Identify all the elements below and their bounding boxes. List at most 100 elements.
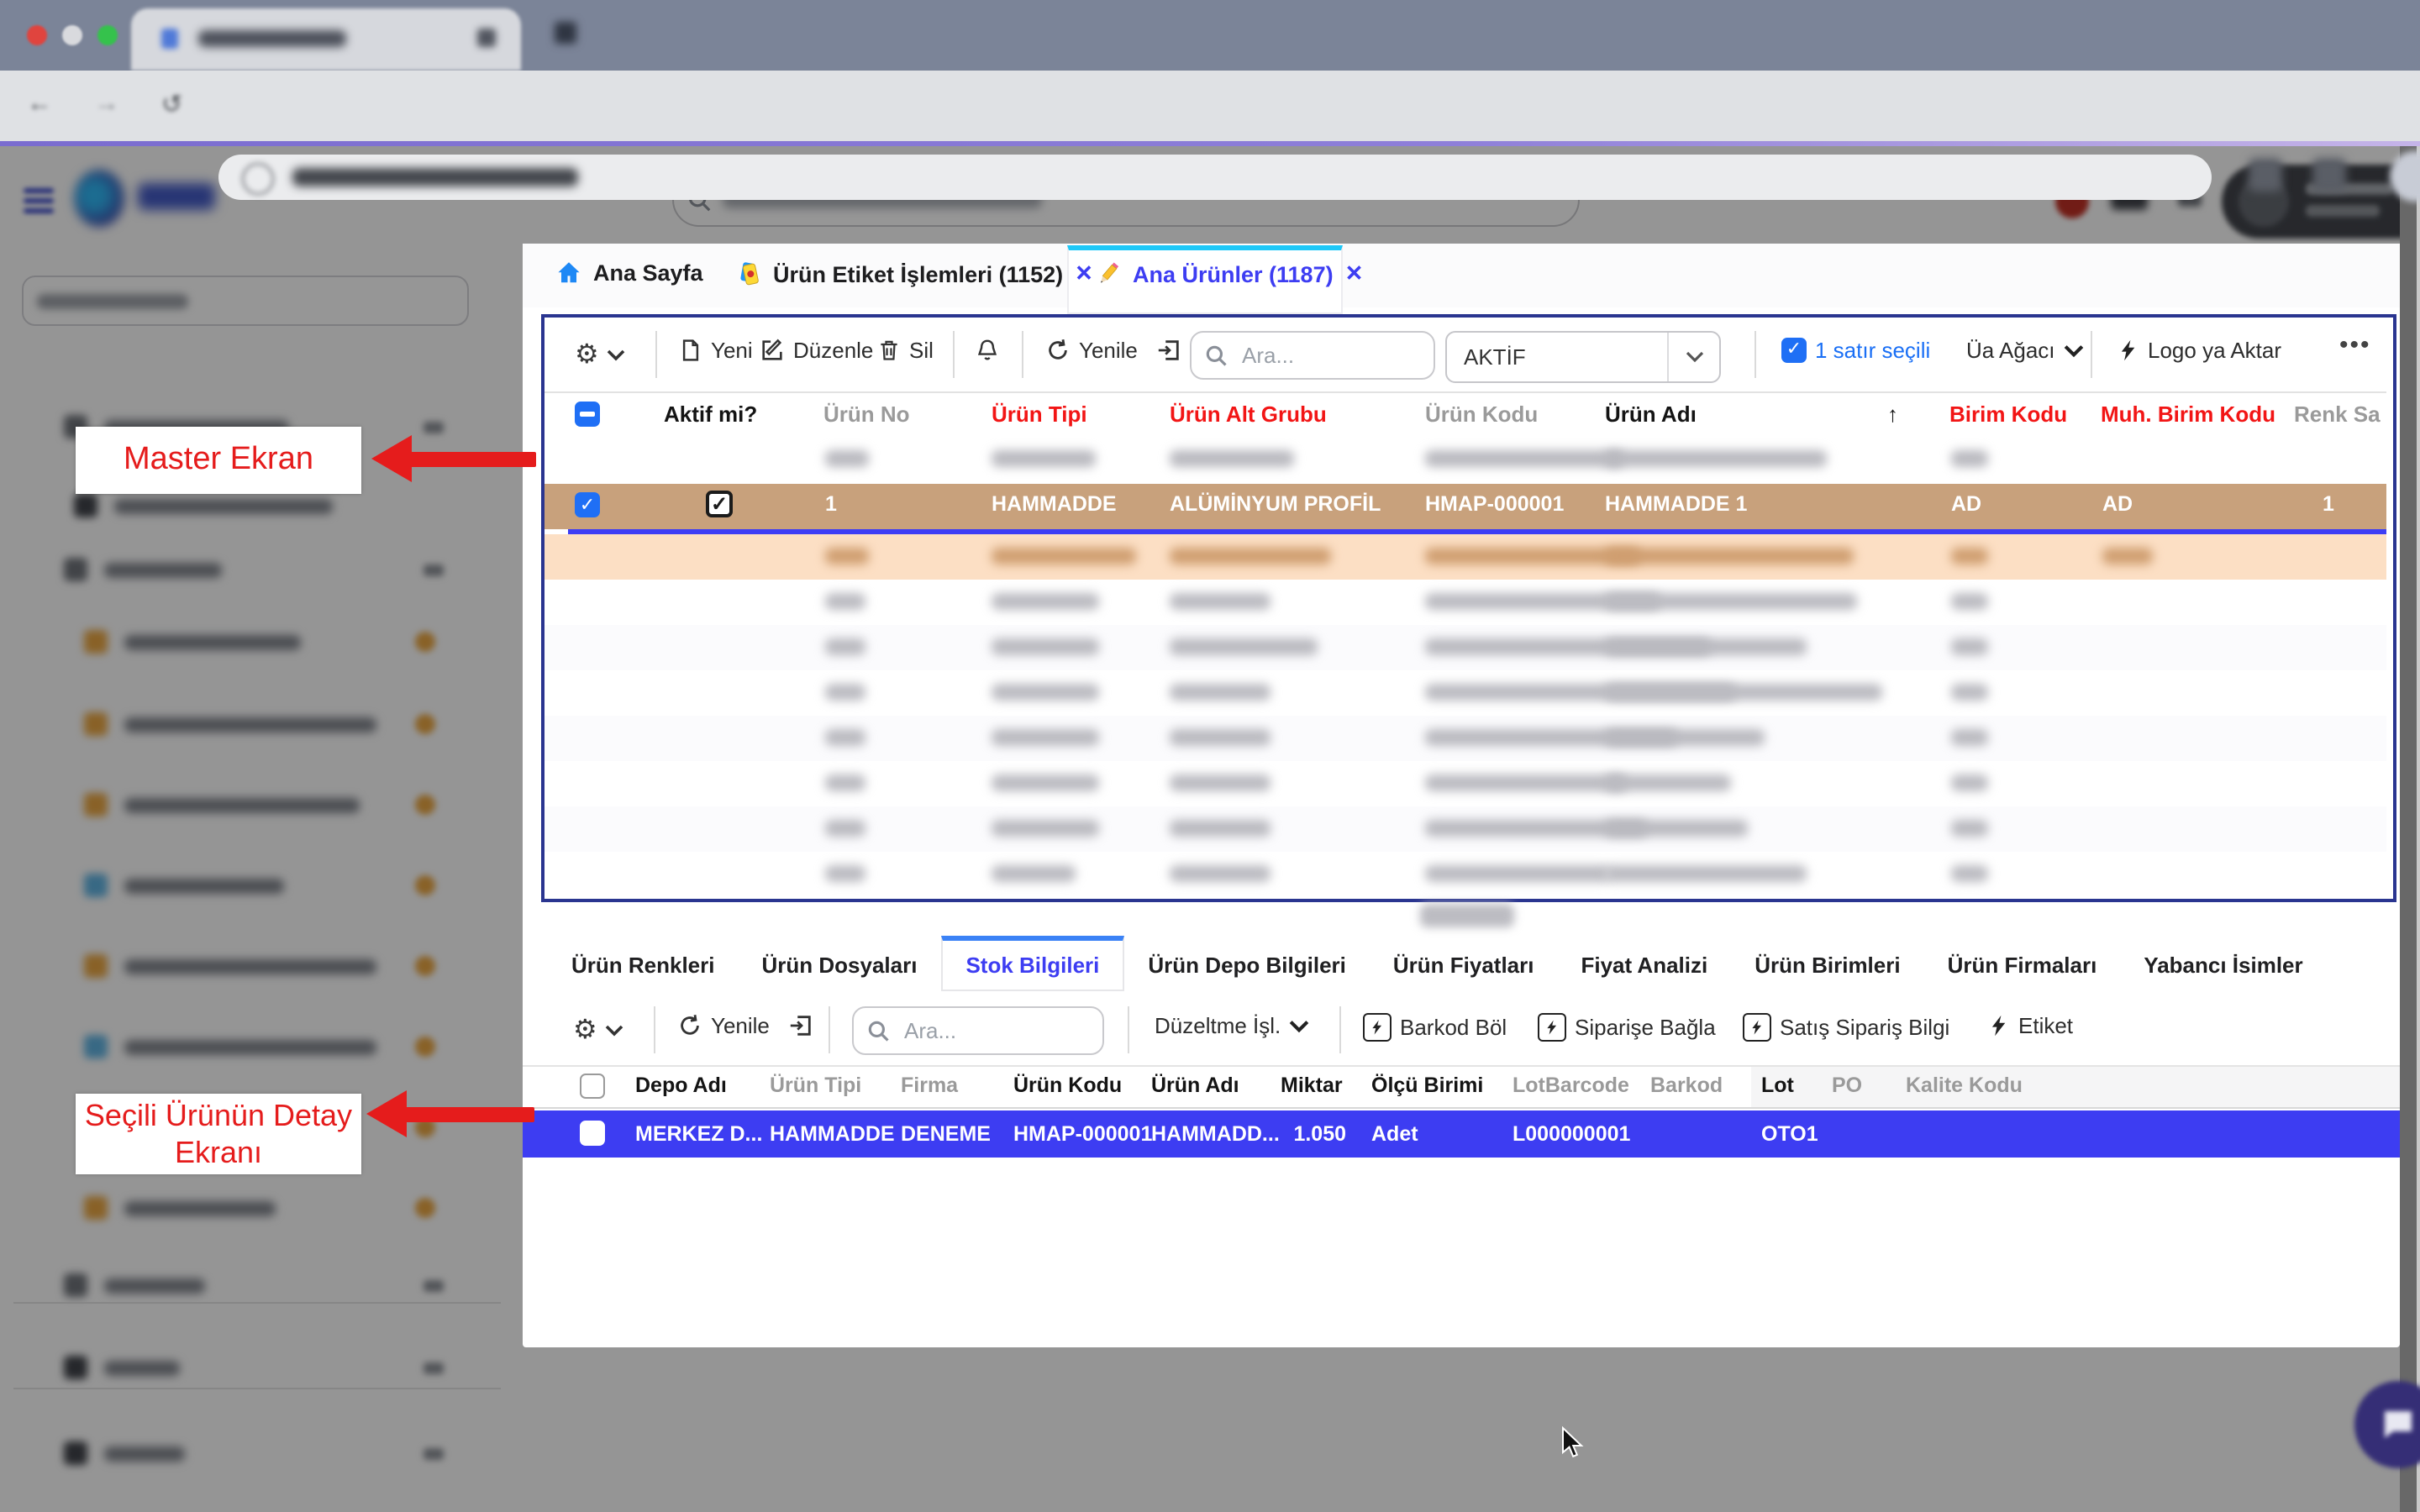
collapse-handle[interactable] — [1420, 904, 1514, 927]
detail-tab[interactable]: Fiyat Analizi — [1557, 937, 1731, 991]
lightning-icon — [1988, 1013, 2010, 1038]
tab-ana-urunler[interactable]: Ana Ürünler (1187) ✕ — [1094, 260, 1363, 287]
column-header[interactable]: Ürün Adı — [1605, 393, 1697, 437]
column-header[interactable]: Muh. Birim Kodu — [2101, 393, 2275, 437]
column-header[interactable]: Ölçü Birimi — [1371, 1067, 1483, 1105]
refresh-button[interactable]: Yenile — [1045, 338, 1138, 363]
column-header[interactable]: LotBarcode — [1512, 1067, 1629, 1105]
column-header[interactable]: Ürün Tipi — [770, 1067, 861, 1105]
select-value: AKTİF — [1447, 344, 1667, 370]
table-row-blurred[interactable] — [544, 761, 2386, 806]
table-row-blurred[interactable] — [544, 625, 2386, 670]
link-order-button[interactable]: Siparişe Bağla — [1538, 1013, 1716, 1042]
column-header[interactable]: Firma — [901, 1067, 958, 1105]
table-row-blurred[interactable] — [544, 534, 2386, 580]
table-row-blurred[interactable] — [544, 670, 2386, 716]
aktif-checkbox-checked[interactable]: ✓ — [706, 491, 733, 517]
detail-tab[interactable]: Ürün Birimleri — [1731, 937, 1923, 991]
back-icon[interactable]: ← — [27, 89, 52, 118]
column-header[interactable]: Ürün Kodu — [1013, 1067, 1122, 1105]
selected-table-row[interactable]: ✓ ✓ 1 HAMMADDE ALÜMİNYUM PROFİL HMAP-000… — [544, 484, 2386, 529]
detail-tab[interactable]: Ürün Dosyaları — [739, 937, 941, 991]
tab-close-icon[interactable]: ✕ — [1345, 260, 1364, 287]
column-header[interactable]: Ürün Alt Grubu — [1170, 393, 1327, 437]
column-header[interactable]: Lot — [1761, 1067, 1794, 1105]
column-header[interactable]: Ürün Kodu — [1425, 393, 1538, 437]
tree-menu-button[interactable]: Üa Ağacı — [1966, 338, 2084, 363]
column-header[interactable]: Birim Kodu — [1949, 393, 2067, 437]
detail-tab[interactable]: Yabancı İsimler — [2120, 937, 2326, 991]
reload-icon[interactable]: ↺ — [161, 89, 182, 119]
tab-close-icon[interactable] — [477, 29, 496, 47]
chat-widget-button[interactable] — [2354, 1381, 2420, 1468]
export-button[interactable] — [1156, 338, 1181, 363]
correction-menu-button[interactable]: Düzeltme İşl. — [1155, 1013, 1309, 1038]
search-input[interactable] — [1239, 341, 1420, 370]
detail-tab[interactable]: Ürün Firmaları — [1924, 937, 2121, 991]
column-header[interactable]: Ürün Tipi — [992, 393, 1087, 437]
column-header[interactable]: Miktar — [1281, 1067, 1343, 1105]
column-header[interactable]: Ürün No — [823, 393, 910, 437]
status-filter-select[interactable]: AKTİF — [1445, 331, 1721, 383]
table-row-blurred[interactable] — [544, 716, 2386, 761]
column-header[interactable]: PO — [1832, 1067, 1862, 1105]
grid-settings-button[interactable]: ⚙ — [573, 1013, 624, 1047]
column-header[interactable]: Ürün Adı — [1151, 1067, 1239, 1105]
column-header[interactable]: Barkod — [1650, 1067, 1723, 1105]
edit-button[interactable]: Düzenle — [760, 338, 873, 363]
search-input[interactable] — [901, 1016, 1089, 1045]
divider — [1128, 1006, 1129, 1053]
new-button[interactable]: Yeni — [679, 338, 753, 363]
detail-tab[interactable]: Ürün Fiyatları — [1370, 937, 1558, 991]
column-header[interactable]: Renk Sa — [2294, 393, 2381, 437]
logo-export-button[interactable]: Logo ya Aktar — [2118, 338, 2281, 363]
tab-urun-etiket[interactable]: Ürün Etiket İşlemleri (1152) ✕ — [734, 260, 1093, 287]
tab-ana-sayfa[interactable]: Ana Sayfa — [556, 260, 703, 286]
traffic-minimize-button[interactable] — [62, 25, 82, 45]
detail-grid-header: Depo Adı Ürün Tipi Firma Ürün Kodu Ürün … — [523, 1067, 1751, 1109]
tab-close-icon[interactable]: ✕ — [1075, 260, 1093, 287]
detail-tab-active[interactable]: Stok Bilgileri — [940, 936, 1124, 991]
detail-search-box[interactable] — [852, 1006, 1104, 1055]
export-button[interactable] — [788, 1013, 813, 1038]
search-tabs-icon[interactable] — [2312, 158, 2346, 192]
detail-tab[interactable]: Ürün Depo Bilgileri — [1124, 937, 1369, 991]
grid-settings-button[interactable]: ⚙ — [575, 338, 626, 371]
select-all-checkbox[interactable] — [580, 1074, 605, 1099]
table-row-blurred[interactable] — [544, 580, 2386, 625]
cell-depo-adi: MERKEZ D... — [635, 1110, 762, 1158]
label-print-button[interactable]: Etiket — [1988, 1013, 2073, 1038]
cell-urun-tipi: HAMMADDE — [770, 1110, 895, 1158]
chevron-down-icon — [1289, 1019, 1309, 1032]
detail-selected-row[interactable]: MERKEZ D... HAMMADDE DENEME HMAP-000001 … — [523, 1110, 2400, 1158]
column-header[interactable]: Depo Adı — [635, 1067, 727, 1105]
table-row-blurred[interactable] — [544, 437, 2386, 482]
checkbox-checked-icon[interactable]: ✓ — [1781, 338, 1807, 363]
traffic-zoom-button[interactable] — [97, 25, 118, 45]
select-all-checkbox[interactable] — [575, 402, 600, 427]
column-header[interactable]: Kalite Kodu — [1906, 1067, 2023, 1105]
row-checkbox[interactable] — [580, 1121, 605, 1146]
browser-tab[interactable] — [131, 8, 521, 71]
delete-button[interactable]: Sil — [877, 338, 934, 363]
barcode-split-button[interactable]: Barkod Böl — [1363, 1013, 1507, 1042]
new-tab-button[interactable] — [555, 22, 576, 44]
traffic-close-button[interactable] — [27, 25, 47, 45]
column-header[interactable]: Aktif mi? — [664, 393, 757, 437]
divider — [1022, 331, 1023, 378]
site-info-icon[interactable] — [242, 163, 274, 195]
master-search-box[interactable] — [1190, 331, 1435, 380]
sales-order-info-button[interactable]: Satış Sipariş Bilgi — [1743, 1013, 1949, 1042]
notifications-button[interactable] — [975, 338, 1000, 365]
more-options-button[interactable]: ••• — [2339, 331, 2371, 360]
detail-tab[interactable]: Ürün Renkleri — [548, 937, 739, 991]
row-checkbox-checked[interactable]: ✓ — [575, 492, 600, 517]
refresh-button[interactable]: Yenile — [677, 1013, 770, 1038]
sort-ascending-icon[interactable]: ↑ — [1887, 393, 1898, 437]
address-bar[interactable] — [218, 155, 2212, 200]
table-row-blurred[interactable] — [544, 806, 2386, 852]
forward-icon[interactable]: → — [94, 89, 119, 118]
blurred-text-placeholder — [992, 865, 1076, 882]
table-row-blurred[interactable] — [544, 852, 2386, 897]
translate-icon[interactable] — [2249, 158, 2282, 192]
